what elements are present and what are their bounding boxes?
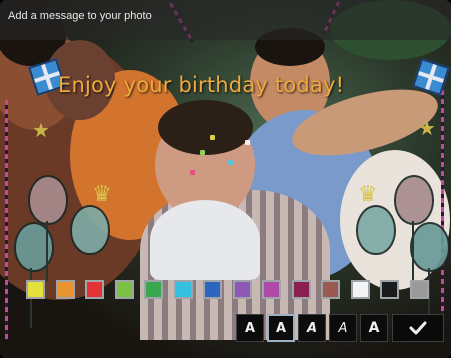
- font-style-label: A: [306, 320, 318, 336]
- color-swatch[interactable]: [144, 280, 163, 299]
- font-style-button-outlined-italic[interactable]: A: [329, 314, 357, 342]
- streamer-left: [5, 100, 8, 340]
- font-style-button-regular[interactable]: A: [267, 314, 295, 342]
- star-icon: ★: [32, 118, 50, 142]
- color-swatch[interactable]: [350, 280, 370, 299]
- color-swatch[interactable]: [26, 280, 45, 299]
- photo-frame-screen: ★ ★ ♛ ♛ Add a message to your photo Enjo…: [0, 0, 451, 358]
- color-swatch[interactable]: [262, 280, 281, 299]
- balloon: [28, 175, 68, 225]
- confetti: [228, 160, 233, 165]
- balloon: [70, 205, 110, 255]
- crown-icon: ♛: [92, 182, 112, 207]
- font-style-label: A: [275, 320, 287, 336]
- birthday-cake: [150, 200, 260, 280]
- header-title: Add a message to your photo: [8, 10, 152, 22]
- balloon: [394, 175, 434, 225]
- color-swatch[interactable]: [409, 280, 429, 299]
- font-style-label: A: [338, 320, 348, 336]
- crown-icon: ♛: [358, 182, 378, 207]
- color-swatch[interactable]: [85, 280, 104, 299]
- color-swatch[interactable]: [232, 280, 252, 299]
- color-swatch[interactable]: [173, 280, 193, 299]
- color-swatch[interactable]: [321, 280, 340, 299]
- balloon: [356, 205, 396, 255]
- font-style-toolbar: AAAAA: [236, 314, 446, 344]
- font-style-button-regular[interactable]: A: [236, 314, 264, 342]
- confetti: [190, 170, 195, 175]
- checkmark-icon: [409, 321, 427, 335]
- balloon: [410, 222, 450, 272]
- confetti: [210, 135, 215, 140]
- balloon-string: [46, 221, 48, 281]
- color-swatch[interactable]: [114, 280, 134, 299]
- birthday-boy-hair: [158, 100, 253, 155]
- star-icon: ★: [418, 116, 436, 140]
- confirm-button[interactable]: [392, 314, 444, 342]
- color-swatch[interactable]: [55, 280, 75, 299]
- font-style-button-italic[interactable]: A: [298, 314, 326, 342]
- font-style-label: A: [368, 320, 380, 336]
- font-style-button-bold[interactable]: A: [360, 314, 388, 342]
- header-bar: Add a message to your photo: [0, 0, 451, 40]
- photo-message[interactable]: Enjoy your birthday today!: [58, 73, 344, 97]
- balloon-string: [412, 221, 414, 281]
- streamer-right: [441, 90, 444, 340]
- color-swatch[interactable]: [203, 280, 222, 299]
- font-style-label: A: [244, 320, 256, 336]
- balloon: [14, 222, 54, 272]
- birthday-photo: [0, 0, 451, 358]
- color-swatch[interactable]: [291, 280, 311, 299]
- confetti: [245, 140, 250, 145]
- color-palette: [26, 280, 446, 302]
- confetti: [200, 150, 205, 155]
- color-swatch[interactable]: [380, 280, 399, 299]
